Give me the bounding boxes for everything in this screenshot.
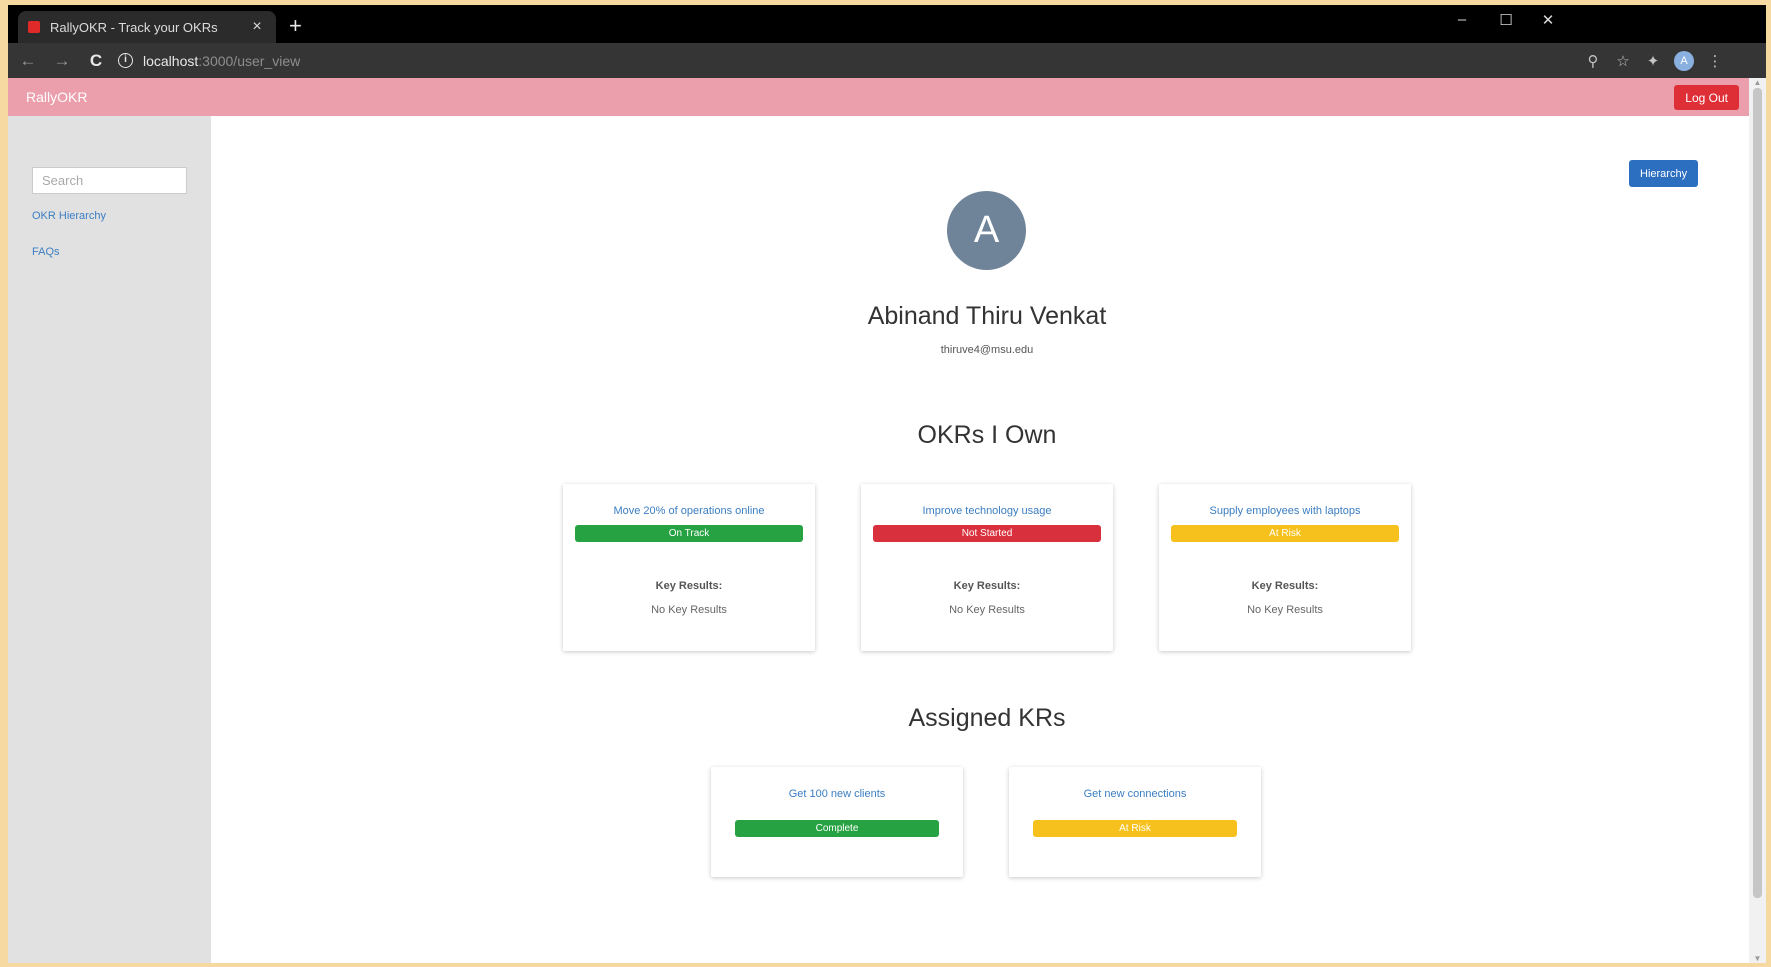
app-navbar: RallyOKR Log Out [8, 78, 1749, 116]
main-content: Hierarchy A Abinand Thiru Venkat thiruve… [211, 116, 1749, 963]
tab-close-icon[interactable]: × [248, 18, 266, 36]
favicon-icon [28, 21, 40, 33]
status-badge: Not Started [873, 525, 1101, 542]
key-results-label: Key Results: [1251, 580, 1319, 592]
status-badge: On Track [575, 525, 803, 542]
sidebar-item-faqs[interactable]: FAQs [32, 246, 60, 258]
scroll-down-icon[interactable]: ▼ [1753, 954, 1762, 963]
address-bar[interactable]: i localhost :3000/user_view [118, 48, 1578, 74]
brand-logo[interactable]: RallyOKR [26, 89, 87, 105]
okr-card[interactable]: Supply employees with laptops At Risk Ke… [1159, 484, 1411, 651]
kr-card[interactable]: Get new connections At Risk [1009, 767, 1261, 877]
tab-title: RallyOKR - Track your OKRs [50, 19, 218, 35]
okr-card-title[interactable]: Move 20% of operations online [563, 505, 815, 517]
kr-card[interactable]: Get 100 new clients Complete [711, 767, 963, 877]
forward-icon[interactable]: → [48, 51, 76, 71]
user-email: thiruve4@msu.edu [940, 344, 1034, 356]
key-results-value: No Key Results [1247, 604, 1323, 616]
scroll-thumb[interactable] [1753, 88, 1762, 898]
okrs-section-title: OKRs I Own [917, 421, 1057, 449]
extensions-icon[interactable]: ✦ [1638, 52, 1668, 70]
new-tab-button[interactable]: + [289, 13, 302, 39]
url-host: localhost [143, 52, 199, 69]
logout-button[interactable]: Log Out [1674, 85, 1739, 110]
key-results-label: Key Results: [953, 580, 1021, 592]
sidebar-item-okr-hierarchy[interactable]: OKR Hierarchy [32, 210, 106, 222]
maximize-icon[interactable]: ☐ [1494, 11, 1518, 29]
zoom-icon[interactable]: ⚲ [1578, 52, 1608, 70]
menu-kebab-icon[interactable]: ⋮ [1700, 52, 1730, 70]
sidebar: OKR Hierarchy FAQs [8, 116, 211, 963]
status-badge: At Risk [1033, 820, 1237, 837]
key-results-label: Key Results: [655, 580, 723, 592]
avatar: A [947, 191, 1026, 270]
tab-strip: RallyOKR - Track your OKRs × + – ☐ ✕ [8, 5, 1766, 43]
minimize-icon[interactable]: – [1450, 11, 1474, 28]
close-window-icon[interactable]: ✕ [1536, 11, 1560, 29]
hierarchy-button[interactable]: Hierarchy [1629, 160, 1699, 187]
browser-window: RallyOKR - Track your OKRs × + – ☐ ✕ ← →… [8, 5, 1766, 963]
status-badge: At Risk [1171, 525, 1399, 542]
okr-card[interactable]: Improve technology usage Not Started Key… [861, 484, 1113, 651]
back-icon[interactable]: ← [14, 51, 42, 71]
kr-card-title[interactable]: Get 100 new clients [711, 788, 963, 800]
browser-toolbar: ← → C i localhost :3000/user_view ⚲ ☆ ✦ … [8, 43, 1766, 78]
info-icon[interactable]: i [118, 53, 133, 68]
browser-tab[interactable]: RallyOKR - Track your OKRs × [18, 11, 276, 43]
okr-card[interactable]: Move 20% of operations online On Track K… [563, 484, 815, 651]
search-input[interactable] [32, 167, 187, 194]
user-name: Abinand Thiru Venkat [867, 302, 1107, 330]
reload-icon[interactable]: C [82, 51, 110, 71]
okr-card-title[interactable]: Supply employees with laptops [1159, 505, 1411, 517]
scroll-up-icon[interactable]: ▲ [1753, 78, 1762, 87]
okr-card-title[interactable]: Improve technology usage [861, 505, 1113, 517]
kr-card-title[interactable]: Get new connections [1009, 788, 1261, 800]
url-path: :3000/user_view [198, 52, 301, 69]
bookmark-star-icon[interactable]: ☆ [1608, 52, 1638, 70]
profile-avatar-icon[interactable]: A [1674, 50, 1694, 71]
key-results-value: No Key Results [949, 604, 1025, 616]
key-results-value: No Key Results [651, 604, 727, 616]
krs-section-title: Assigned KRs [908, 704, 1066, 732]
page-scrollbar[interactable]: ▲ ▼ [1749, 78, 1766, 963]
status-badge: Complete [735, 820, 939, 837]
